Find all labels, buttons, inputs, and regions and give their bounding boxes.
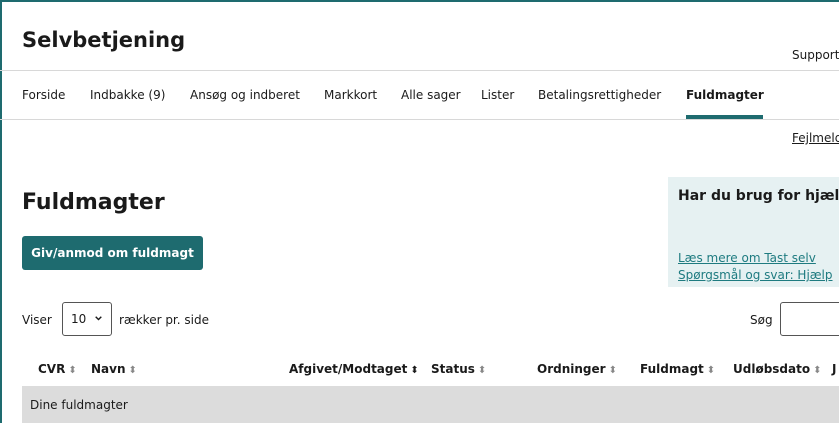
- rows-per-page-label: rækker pr. side: [119, 313, 209, 327]
- table-header: CVR ⬍ Navn ⬍ Afgivet/Modtaget ⬍ Status ⬍ Ord…: [0, 352, 839, 386]
- sort-icon: ⬍: [68, 365, 77, 376]
- column-header-j[interactable]: J: [832, 362, 836, 376]
- sort-icon: ⬍: [410, 365, 419, 376]
- column-header-status[interactable]: Status ⬍: [431, 362, 486, 376]
- main-nav: Forside Indbakke (9) Ansøg og indberet M…: [0, 70, 839, 120]
- column-header-afgivet-modtaget[interactable]: Afgivet/Modtaget ⬍: [289, 362, 419, 376]
- page-size-select[interactable]: 10: [62, 302, 112, 336]
- search-label: Søg: [750, 313, 773, 327]
- nav-item-alle-sager[interactable]: Alle sager: [401, 88, 461, 102]
- sort-icon: ⬍: [128, 365, 137, 376]
- group-label: Dine fuldmagter: [30, 398, 128, 412]
- table-group-row: Dine fuldmagter: [22, 386, 839, 423]
- chevron-down-icon: [95, 316, 102, 321]
- show-label: Viser: [22, 313, 52, 327]
- help-link-tast-selv[interactable]: Læs mere om Tast selv: [678, 251, 816, 265]
- column-header-cvr[interactable]: CVR ⬍: [38, 362, 77, 376]
- nav-item-ansoeg-og-indberet[interactable]: Ansøg og indberet: [190, 88, 300, 102]
- nav-item-indbakke[interactable]: Indbakke (9): [90, 88, 165, 102]
- nav-item-fuldmagter[interactable]: Fuldmagter: [686, 88, 764, 102]
- give-request-power-of-attorney-button[interactable]: Giv/anmod om fuldmagt: [22, 236, 203, 270]
- app-title: Selvbetjening: [22, 28, 186, 52]
- column-header-navn[interactable]: Navn ⬍: [91, 362, 137, 376]
- active-tab-indicator: [686, 115, 763, 119]
- nav-item-betalingsrettigheder[interactable]: Betalingsrettigheder: [538, 88, 661, 102]
- search-input[interactable]: [780, 302, 839, 336]
- help-box: Har du brug for hjælp Læs mere om Tast s…: [668, 177, 839, 287]
- support-link[interactable]: Support: [792, 48, 839, 62]
- sort-icon: ⬍: [813, 365, 822, 376]
- column-header-udloebsdato[interactable]: Udløbsdato ⬍: [733, 362, 821, 376]
- help-title: Har du brug for hjælp: [678, 188, 839, 204]
- sort-icon: ⬍: [706, 365, 716, 376]
- page-size-value: 10: [71, 312, 87, 326]
- sort-icon: ⬍: [608, 365, 617, 376]
- nav-item-markkort[interactable]: Markkort: [324, 88, 377, 102]
- column-header-ordninger[interactable]: Ordninger ⬍: [537, 362, 617, 376]
- nav-item-lister[interactable]: Lister: [481, 88, 514, 102]
- error-report-link[interactable]: Fejlmeld: [792, 131, 839, 145]
- sort-icon: ⬍: [477, 365, 487, 376]
- help-link-faq[interactable]: Spørgsmål og svar: Hjælp: [678, 268, 833, 282]
- column-header-fuldmagt[interactable]: Fuldmagt ⬍: [640, 362, 715, 376]
- nav-item-forside[interactable]: Forside: [22, 88, 65, 102]
- page-title: Fuldmagter: [22, 190, 165, 215]
